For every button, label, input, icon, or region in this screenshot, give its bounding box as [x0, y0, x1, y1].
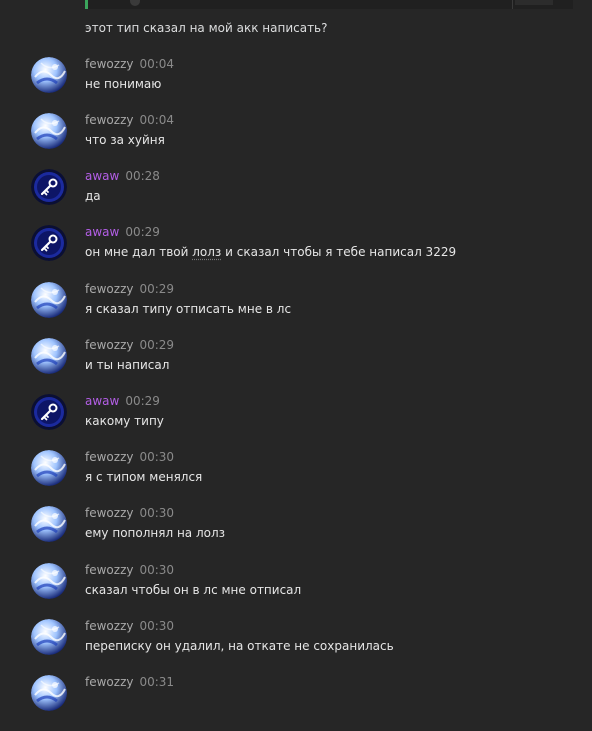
message-text: ему пополнял на лолз [85, 526, 225, 540]
author-name[interactable]: fewozzy [85, 282, 133, 296]
embed-footer-text [515, 0, 553, 5]
timestamp: 00:30 [139, 619, 174, 633]
avatar-sphere-icon[interactable] [31, 506, 67, 542]
message-header: fewozzy 00:29 [85, 282, 174, 296]
message-item[interactable]: fewozzy 00:29 я сказал типу отписать мне в… [0, 282, 592, 338]
message-item[interactable]: fewozzy 00:04 не понимаю [0, 57, 592, 113]
message-text: сказал чтобы он в лс мне отписал [85, 583, 301, 597]
message-item[interactable]: awaw 00:29 какому типу [0, 394, 592, 450]
message-header: fewozzy 00:31 [85, 675, 174, 689]
author-name[interactable]: fewozzy [85, 338, 133, 352]
message-item[interactable]: fewozzy 00:31 [0, 675, 592, 731]
avatar-sphere-icon[interactable] [31, 57, 67, 93]
timestamp: 00:04 [139, 57, 174, 71]
author-name[interactable]: fewozzy [85, 619, 133, 633]
message-item[interactable]: awaw 00:28 да [0, 169, 592, 225]
avatar-sphere-icon[interactable] [31, 450, 67, 486]
avatar-sphere-icon[interactable] [31, 619, 67, 655]
avatar-sphere-icon[interactable] [31, 675, 67, 711]
author-name[interactable]: fewozzy [85, 450, 133, 464]
message-text: переписку он удалил, на откате не сохран… [85, 639, 394, 653]
text-link[interactable]: лолз [192, 245, 221, 259]
message-text: я с типом менялся [85, 470, 202, 484]
author-name[interactable]: awaw [85, 169, 119, 183]
message-item[interactable]: fewozzy 00:30 сказал чтобы он в лс мне отп… [0, 563, 592, 619]
message-item[interactable]: awaw 00:29 он мне дал твой лолз и сказал ч… [0, 225, 592, 281]
author-name[interactable]: fewozzy [85, 563, 133, 577]
timestamp: 00:31 [139, 675, 174, 689]
message-item[interactable]: fewozzy 00:30 я с типом менялся [0, 450, 592, 506]
author-name[interactable]: fewozzy [85, 57, 133, 71]
message-text: он мне дал твой лолз и сказал чтобы я те… [85, 245, 456, 259]
author-name[interactable]: fewozzy [85, 506, 133, 520]
message-item[interactable]: fewozzy 00:30 переписку он удалил, на отка… [0, 619, 592, 675]
message-item[interactable]: fewozzy 00:29 и ты написал [0, 338, 592, 394]
embed-bottom-edge [85, 0, 573, 9]
message-header: fewozzy 00:30 [85, 450, 174, 464]
avatar-key-icon[interactable] [31, 225, 67, 261]
author-name[interactable]: fewozzy [85, 675, 133, 689]
message-item[interactable]: fewozzy 00:04 что за хуйня [0, 113, 592, 169]
message-text: не понимаю [85, 77, 161, 91]
author-name[interactable]: fewozzy [85, 113, 133, 127]
message-header: fewozzy 00:30 [85, 506, 174, 520]
timestamp: 00:30 [139, 563, 174, 577]
avatar-key-icon[interactable] [31, 394, 67, 430]
timestamp: 00:30 [139, 450, 174, 464]
message-header: fewozzy 00:04 [85, 57, 174, 71]
message-header: fewozzy 00:30 [85, 619, 174, 633]
message-text: что за хуйня [85, 133, 165, 147]
message-text: я сказал типу отписать мне в лс [85, 302, 291, 316]
timestamp: 00:29 [139, 338, 174, 352]
timestamp: 00:29 [139, 282, 174, 296]
avatar-sphere-icon[interactable] [31, 282, 67, 318]
message-header: fewozzy 00:30 [85, 563, 174, 577]
timestamp: 00:29 [125, 394, 160, 408]
message-text: да [85, 189, 101, 203]
message-text: какому типу [85, 414, 164, 428]
message-text: и ты написал [85, 358, 169, 372]
timestamp: 00:30 [139, 506, 174, 520]
avatar-sphere-icon[interactable] [31, 113, 67, 149]
avatar-sphere-icon[interactable] [31, 563, 67, 599]
avatar-sphere-icon[interactable] [31, 338, 67, 374]
message-header: fewozzy 00:04 [85, 113, 174, 127]
timestamp: 00:29 [125, 225, 160, 239]
avatar-key-icon[interactable] [31, 169, 67, 205]
embed-divider [512, 0, 513, 9]
timestamp: 00:04 [139, 113, 174, 127]
message-header: awaw 00:29 [85, 225, 160, 239]
message-header: awaw 00:29 [85, 394, 160, 408]
message-header: awaw 00:28 [85, 169, 160, 183]
message-text: этот тип сказал на мой акк написать? [85, 21, 328, 35]
timestamp: 00:28 [125, 169, 160, 183]
message-header: fewozzy 00:29 [85, 338, 174, 352]
message-item[interactable]: fewozzy 00:30 ему пополнял на лолз [0, 506, 592, 562]
author-name[interactable]: awaw [85, 394, 119, 408]
author-name[interactable]: awaw [85, 225, 119, 239]
embed-icon [130, 0, 140, 6]
